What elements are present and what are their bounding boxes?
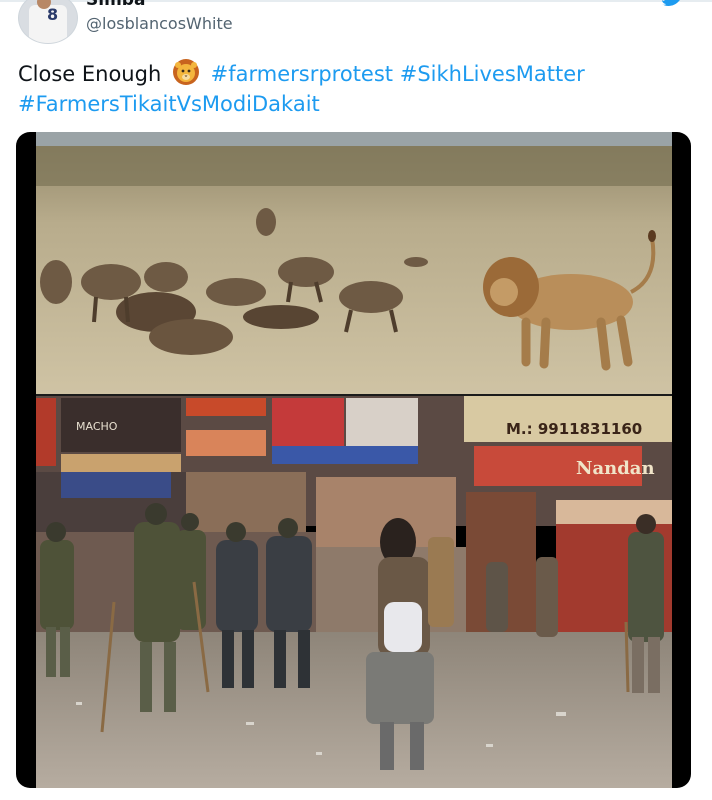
savanna-photo xyxy=(36,132,672,394)
lion-face-icon xyxy=(172,59,199,85)
avatar-jersey-number: 8 xyxy=(47,5,59,24)
hashtag-link[interactable]: #FarmersTikaitVsModiDakait xyxy=(18,92,320,116)
display-name[interactable]: Simba xyxy=(86,0,145,10)
avatar[interactable]: 8 xyxy=(18,0,78,44)
tweet-text: Close Enough #farmersrprotest #SikhLives… xyxy=(18,58,678,119)
hashtag-link[interactable]: #SikhLivesMatter xyxy=(400,62,585,86)
street-protest-photo: MACHO M.: 9911831160 Nandan xyxy=(36,396,672,788)
user-handle[interactable]: @losblancosWhite xyxy=(86,14,233,33)
media-photo-collage: MACHO M.: 9911831160 Nandan xyxy=(36,132,672,788)
footer-area xyxy=(0,788,712,800)
shop-phone-text: M.: 9911831160 xyxy=(506,420,642,438)
tweet-media[interactable]: MACHO M.: 9911831160 Nandan xyxy=(16,132,691,788)
tweet-text-prefix: Close Enough xyxy=(18,62,162,86)
bird-icon[interactable] xyxy=(660,0,684,8)
hashtag-link[interactable]: #farmersrprotest xyxy=(211,62,393,86)
banner-left-text: MACHO xyxy=(76,420,118,433)
shop-name-text: Nandan xyxy=(576,458,655,479)
